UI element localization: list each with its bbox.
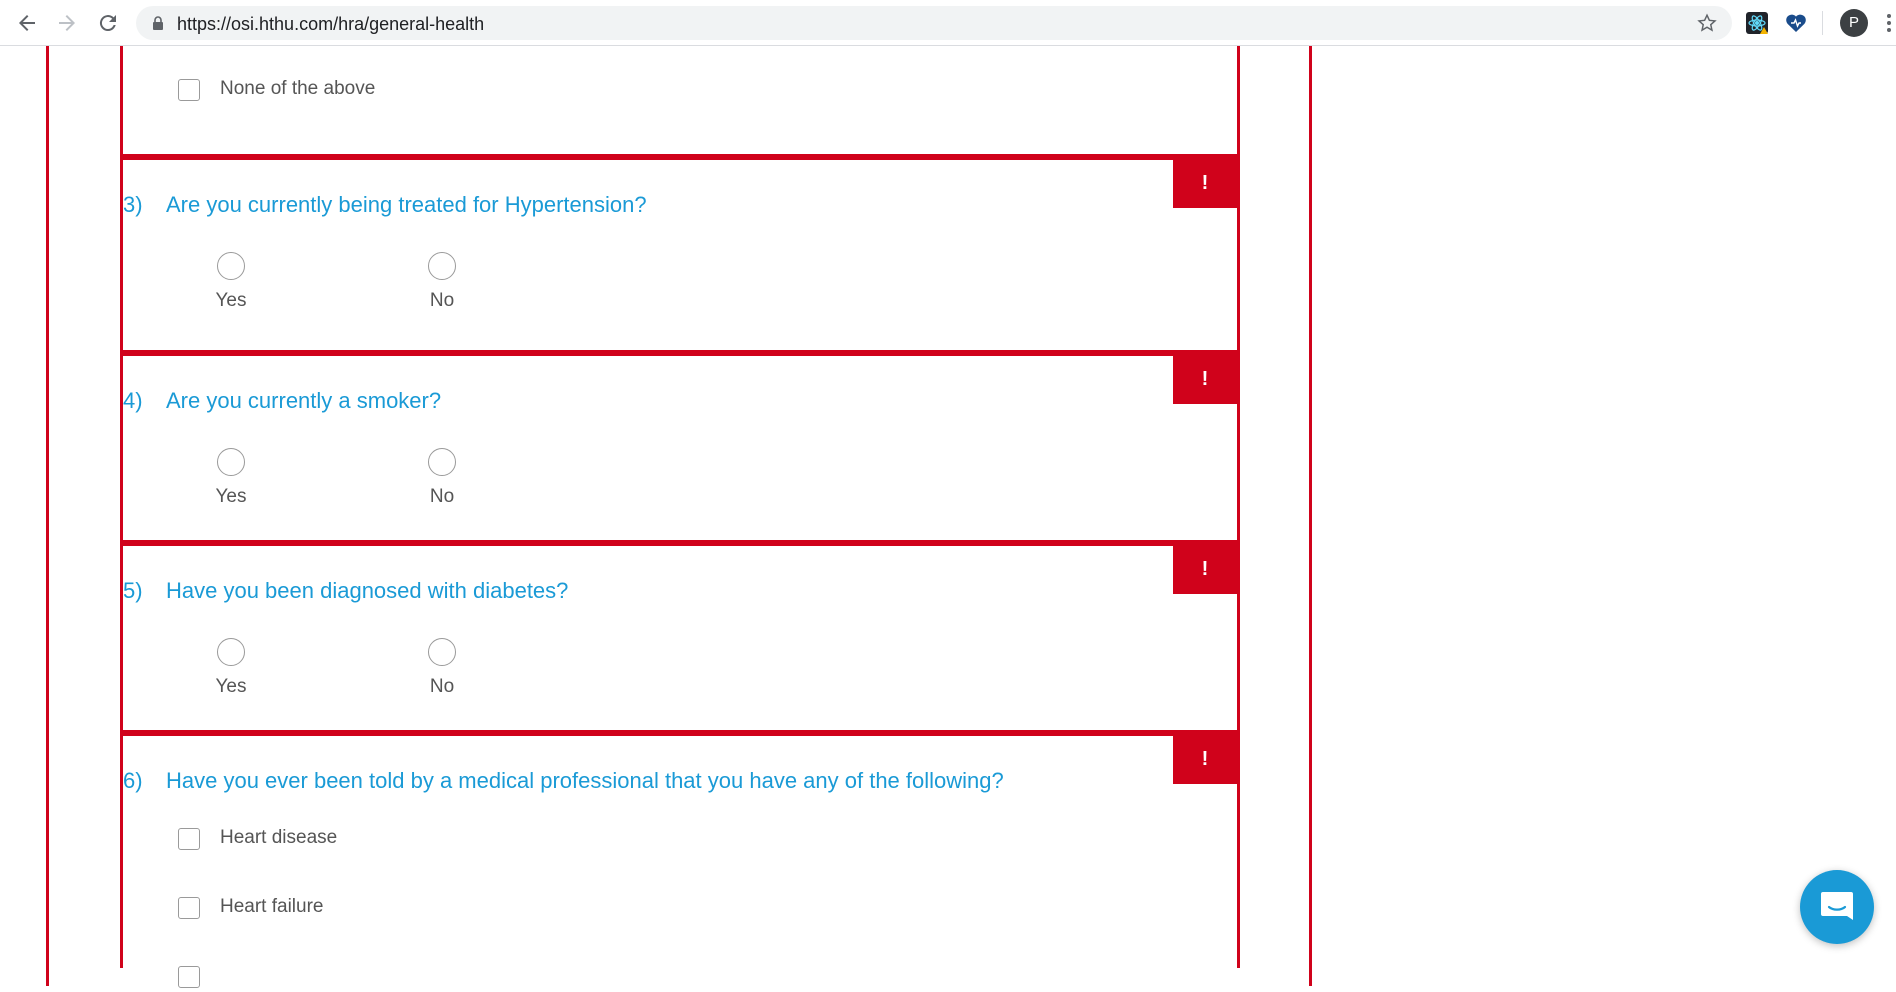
- checkbox[interactable]: [178, 966, 200, 988]
- radio-label: No: [429, 486, 455, 507]
- radio-label: No: [429, 290, 455, 311]
- radio-option-yes[interactable]: Yes: [201, 448, 261, 508]
- radio-label: No: [429, 676, 455, 697]
- toolbar-separator: [1822, 11, 1823, 35]
- checkbox[interactable]: [178, 828, 200, 850]
- url-text: https://osi.hthu.com/hra/general-health: [177, 14, 485, 34]
- question-number: 3): [123, 192, 143, 217]
- radio-button[interactable]: [428, 638, 456, 666]
- question-text: Are you currently a smoker?: [166, 388, 442, 413]
- required-flag: !: [1173, 546, 1237, 594]
- question-number: 5): [123, 578, 143, 603]
- heart-extension-icon[interactable]: [1784, 11, 1808, 35]
- question-text: Are you currently being treated for Hype…: [166, 192, 647, 217]
- back-arrow-icon[interactable]: [15, 11, 39, 35]
- lock-icon: [153, 16, 163, 30]
- option-label: Heart failure: [220, 896, 324, 917]
- required-flag: !: [1173, 160, 1237, 208]
- radio-label: Yes: [215, 676, 247, 697]
- radio-button[interactable]: [217, 448, 245, 476]
- checkbox[interactable]: [178, 79, 200, 101]
- required-flag: !: [1173, 356, 1237, 404]
- required-flag: !: [1173, 736, 1237, 784]
- question-number: 4): [123, 388, 143, 413]
- bookmark-star-icon[interactable]: [1696, 12, 1718, 34]
- address-bar[interactable]: https://osi.hthu.com/hra/general-health: [136, 6, 1732, 40]
- radio-option-no[interactable]: No: [412, 252, 472, 312]
- chat-launcher-button[interactable]: [1800, 870, 1874, 944]
- radio-button[interactable]: [217, 638, 245, 666]
- radio-button[interactable]: [428, 448, 456, 476]
- radio-option-no[interactable]: No: [412, 638, 472, 698]
- question-card-5: ! 5) Have you been diagnosed with diabet…: [120, 540, 1240, 736]
- reload-icon[interactable]: [96, 11, 120, 35]
- profile-avatar[interactable]: P: [1840, 9, 1868, 37]
- radio-option-yes[interactable]: Yes: [201, 252, 261, 312]
- radio-option-yes[interactable]: Yes: [201, 638, 261, 698]
- question-text: Have you been diagnosed with diabetes?: [166, 578, 569, 603]
- option-label: Heart disease: [220, 827, 338, 848]
- chat-bubble-icon: [1821, 892, 1853, 920]
- radio-label: Yes: [215, 290, 247, 311]
- question-card-3: ! 3) Are you currently being treated for…: [120, 160, 1240, 350]
- browser-toolbar: https://osi.hthu.com/hra/general-health …: [0, 0, 1896, 46]
- radio-label: Yes: [215, 486, 247, 507]
- question-card-6: ! 6) Have you ever been told by a medica…: [120, 730, 1240, 988]
- radio-button[interactable]: [428, 252, 456, 280]
- radio-option-no[interactable]: No: [412, 448, 472, 508]
- question-card-4: ! 4) Are you currently a smoker? Yes No: [120, 350, 1240, 546]
- forward-arrow-icon[interactable]: [55, 11, 79, 35]
- checkbox[interactable]: [178, 897, 200, 919]
- menu-dots-icon[interactable]: [1886, 12, 1892, 34]
- react-devtools-extension-icon[interactable]: [1745, 11, 1769, 35]
- question-number: 6): [123, 768, 143, 793]
- question-text: Have you ever been told by a medical pro…: [166, 768, 1004, 793]
- option-label: None of the above: [220, 78, 376, 99]
- question-card-2: None of the above: [120, 46, 1240, 160]
- radio-button[interactable]: [217, 252, 245, 280]
